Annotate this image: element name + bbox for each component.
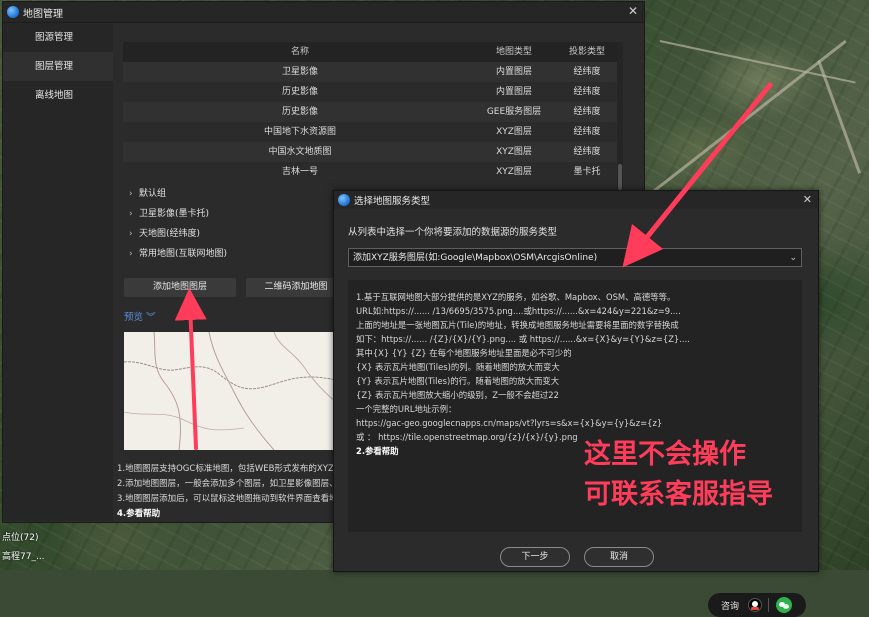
cancel-button[interactable]: 取消 [584, 547, 654, 567]
sidebar: 图源管理 图层管理 离线地图 [3, 23, 113, 521]
layer-table: 名称 地图类型 投影类型 卫星影像 内置图层 经纬度 历史影像 内置图层 经纬度… [123, 42, 623, 182]
divider [768, 598, 769, 612]
table-cell-projection: 经纬度 [573, 127, 601, 137]
help-line: {Y} 表示瓦片地图(Tiles)的行。随着地图的放大而变大 [356, 376, 560, 386]
close-icon[interactable]: ✕ [803, 193, 812, 206]
help-line: 上面的地址是一张地图瓦片(Tile)的地址，转换成地图服务地址需要将里面的数字替… [356, 320, 679, 330]
consult-label: 咨询 [721, 602, 740, 612]
sidebar-item-source-management[interactable]: 图源管理 [3, 23, 113, 52]
map-layer-label-points[interactable]: 点位(72) [2, 530, 38, 543]
table-cell-map-type: 内置图层 [495, 67, 532, 77]
wechat-icon[interactable] [776, 597, 792, 613]
consult-pill[interactable]: 咨询 [708, 593, 806, 617]
table-row[interactable]: 中国地下水资源图 XYZ图层 经纬度 [123, 122, 623, 142]
sidebar-item-layer-management[interactable]: 图层管理 [3, 52, 113, 81]
table-row[interactable]: 吉林一号 XYZ图层 墨卡托 [123, 162, 623, 182]
add-map-layer-button[interactable]: 添加地图图层 [124, 278, 236, 297]
help-line: {X} 表示瓦片地图(Tiles)的列。随着地图的放大而变大 [356, 362, 560, 372]
tip-line-3: 3.地图图层添加后，可以鼠标这地图拖动到软件界面查看地图 [117, 494, 347, 504]
table-cell-projection: 经纬度 [573, 67, 601, 77]
group-label: 常用地图(互联网地图) [139, 249, 228, 259]
table-cell-projection: 墨卡托 [573, 167, 601, 177]
preview-map-drawing [124, 332, 336, 450]
app-logo-icon [7, 6, 19, 18]
table-cell-map-type: XYZ图层 [496, 147, 532, 157]
chevron-right-icon: › [129, 189, 133, 199]
chevron-down-double-icon: ︾ [146, 312, 156, 323]
help-line: 一个完整的URL地址示例： [356, 404, 457, 414]
group-label: 默认组 [139, 189, 167, 199]
tip-line-1: 1.地图图层支持OGC标准地图，包括WEB形式发布的XYZ、 [117, 464, 343, 474]
window-titlebar[interactable]: 地图管理 [3, 2, 644, 23]
preview-toggle[interactable]: 预览 ︾ [124, 309, 156, 323]
map-preview[interactable] [124, 332, 336, 450]
qr-add-map-button[interactable]: 二维码添加地图 [246, 278, 346, 297]
column-header-projection[interactable]: 投影类型 [551, 42, 623, 62]
table-row[interactable]: 历史影像 GEE服务图层 经纬度 [123, 102, 623, 122]
column-header-map-type[interactable]: 地图类型 [477, 42, 551, 62]
chevron-right-icon: › [129, 229, 133, 239]
table-cell-projection: 经纬度 [573, 87, 601, 97]
chevron-right-icon: › [129, 249, 133, 259]
table-cell-map-type: XYZ图层 [496, 127, 532, 137]
help-tips: 1.地图图层支持OGC标准地图，包括WEB形式发布的XYZ、 2.添加地图图层，… [117, 462, 347, 522]
service-type-selected: 添加XYZ服务图层(如:Google\Mapbox\OSM\ArcgisOnli… [353, 253, 598, 263]
close-icon[interactable]: ✕ [628, 5, 638, 17]
table-cell-name: 历史影像 [281, 87, 318, 97]
table-cell-map-type: 内置图层 [495, 87, 532, 97]
table-cell-projection: 经纬度 [573, 147, 601, 157]
table-header: 名称 地图类型 投影类型 [123, 42, 623, 62]
tip-help-link[interactable]: 4.参看帮助 [117, 509, 160, 519]
group-label: 天地图(经纬度) [139, 229, 201, 239]
service-help-text: 1.基于互联网地图大部分提供的是XYZ的服务，如谷歌、Mapbox、OSM、高德… [356, 290, 690, 458]
qq-icon[interactable] [748, 598, 762, 612]
help-line: 如下：https://...... /{Z}/{X}/{Y}.png.... 或… [356, 334, 690, 344]
dialog-title: 选择地图服务类型 [354, 196, 431, 207]
table-cell-projection: 经纬度 [573, 107, 601, 117]
select-service-type-dialog: 选择地图服务类型 ✕ 从列表中选择一个你将要添加的数据源的服务类型 添加XYZ服… [333, 190, 819, 617]
table-cell-name: 吉林一号 [281, 167, 318, 177]
chevron-down-icon: ⌄ [789, 253, 797, 263]
dialog-titlebar[interactable]: 选择地图服务类型 [334, 191, 818, 209]
table-cell-name: 中国水文地质图 [268, 147, 332, 157]
preview-label: 预览 [124, 312, 147, 323]
table-cell-name: 卫星影像 [281, 67, 318, 77]
service-type-select[interactable]: 添加XYZ服务图层(如:Google\Mapbox\OSM\ArcgisOnli… [348, 248, 802, 267]
table-cell-name: 中国地下水资源图 [263, 127, 336, 137]
annotation-line-1: 这里不会操作 [584, 439, 746, 470]
help-link[interactable]: 2.参看帮助 [356, 446, 399, 456]
help-line: https://gac-geo.googlecnapps.cn/maps/vt?… [356, 418, 663, 428]
table-cell-map-type: XYZ图层 [496, 167, 532, 177]
help-line: 其中{X} {Y} {Z} 在每个地图服务地址里面是必不可少的 [356, 348, 572, 358]
column-header-name[interactable]: 名称 [123, 42, 477, 62]
service-help-panel: 1.基于互联网地图大部分提供的是XYZ的服务，如谷歌、Mapbox、OSM、高德… [348, 280, 806, 617]
chevron-right-icon: › [129, 209, 133, 219]
annotation-text: 这里不会操作 可联系客服指导 [584, 435, 773, 515]
dialog-instruction: 从列表中选择一个你将要添加的数据源的服务类型 [348, 227, 558, 238]
table-cell-map-type: GEE服务图层 [486, 107, 542, 117]
help-line: {Z} 表示瓦片地图放大缩小的级别，Z一般不会超过22 [356, 390, 559, 400]
table-cell-name: 历史影像 [281, 107, 318, 117]
annotation-line-2: 可联系客服指导 [584, 479, 773, 510]
window-title: 地图管理 [23, 8, 63, 20]
table-row[interactable]: 历史影像 内置图层 经纬度 [123, 82, 623, 102]
help-line: 1.基于互联网地图大部分提供的是XYZ的服务，如谷歌、Mapbox、OSM、高德… [356, 292, 676, 302]
next-button[interactable]: 下一步 [500, 547, 570, 567]
help-line: URL如:https://...... /13/6695/3575.png...… [356, 306, 681, 316]
table-row[interactable]: 中国水文地质图 XYZ图层 经纬度 [123, 142, 623, 162]
group-label: 卫星影像(墨卡托) [139, 209, 210, 219]
tip-line-2: 2.添加地图图层，一般会添加多个图层，如卫星影像图层、 [117, 479, 338, 489]
app-logo-icon [338, 194, 350, 206]
map-layer-label-elevation[interactable]: 高程77_... [2, 549, 45, 562]
table-row[interactable]: 卫星影像 内置图层 经纬度 [123, 62, 623, 82]
sidebar-item-offline-map[interactable]: 离线地图 [3, 81, 113, 110]
